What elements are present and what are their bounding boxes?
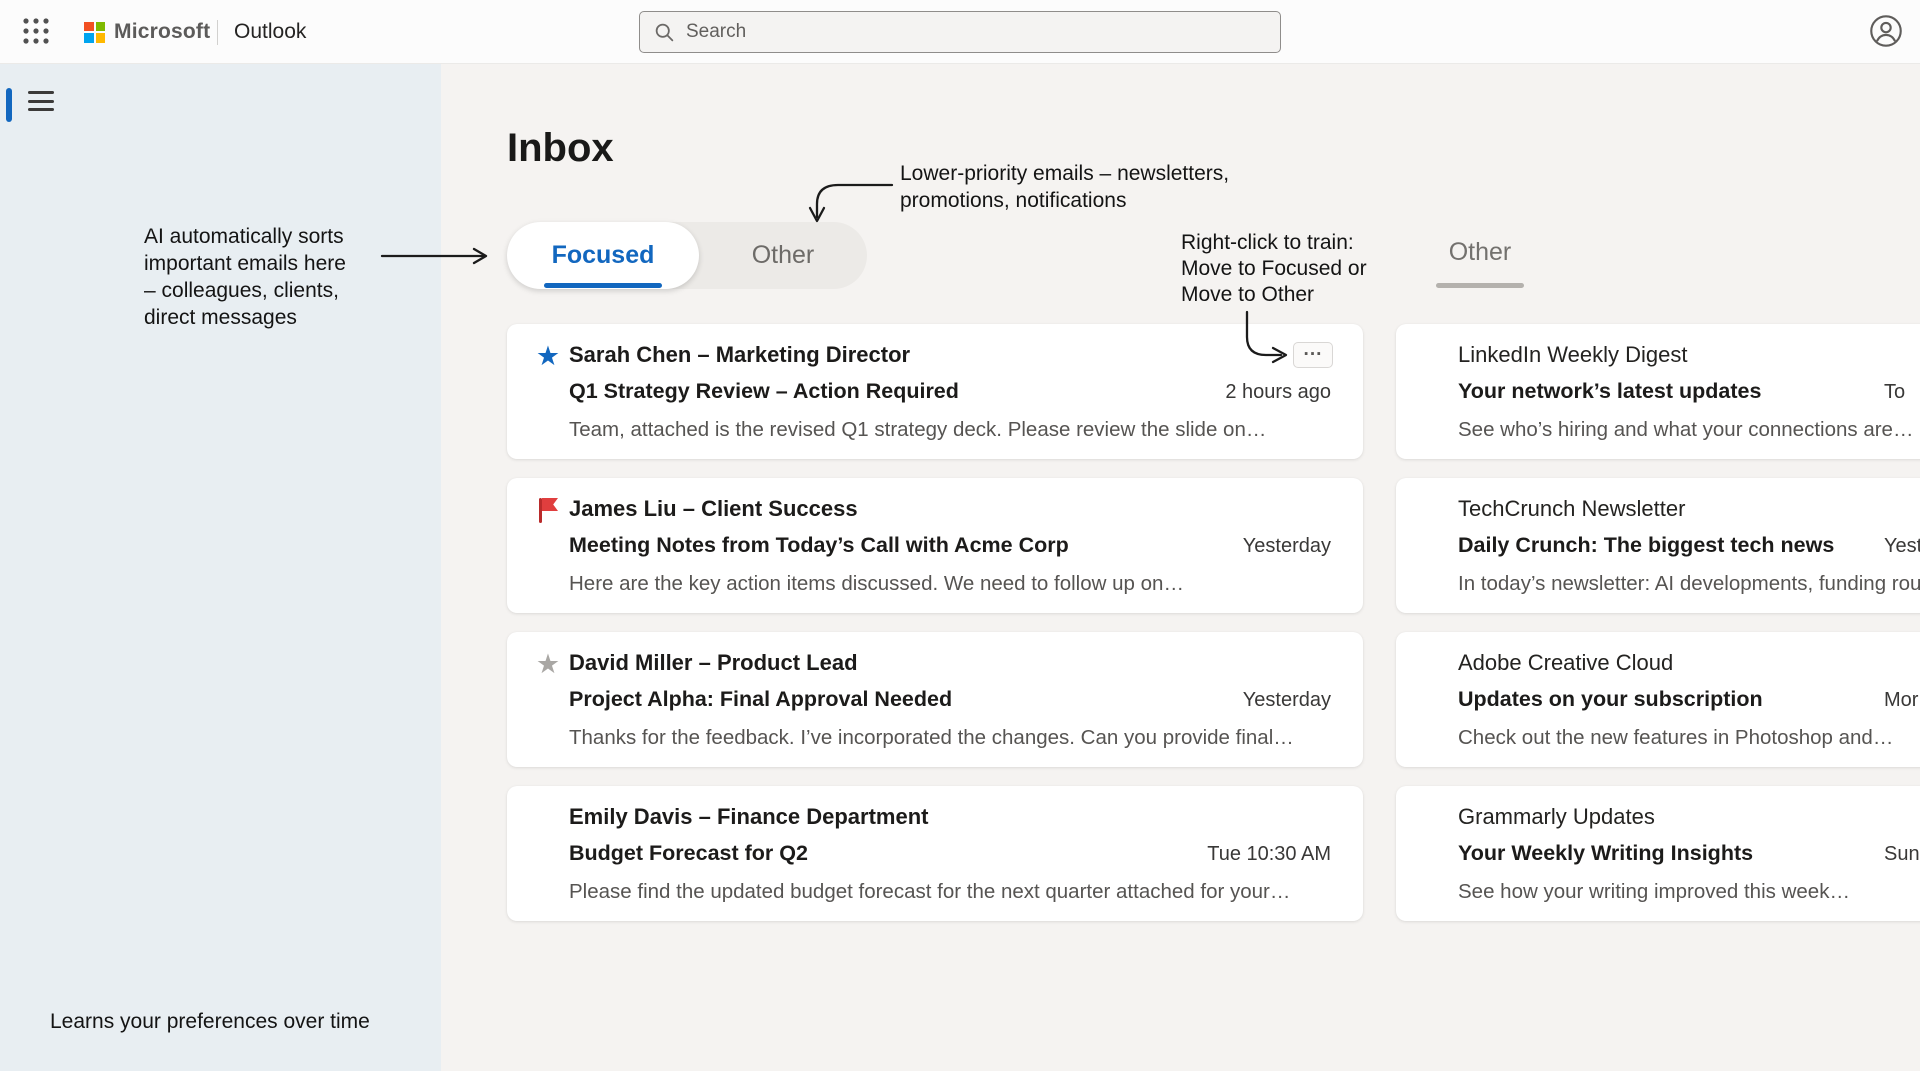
email-time: Mor [1884, 689, 1918, 712]
email-subject: Meeting Notes from Today’s Call with Acm… [569, 533, 1069, 558]
email-card[interactable]: TechCrunch Newsletter Daily Crunch: The … [1396, 478, 1920, 613]
email-preview: See who’s hiring and what your connectio… [1458, 418, 1913, 442]
email-sender: Grammarly Updates [1458, 804, 1655, 830]
tab-other[interactable]: Other [699, 222, 867, 289]
email-preview: Check out the new features in Photoshop … [1458, 726, 1893, 750]
grid-dots-icon [21, 16, 51, 46]
annotation-line: promotions, notifications [900, 187, 1229, 214]
annotation-line: Lower-priority emails – newsletters, [900, 160, 1229, 187]
tab-focused-label: Focused [552, 241, 655, 270]
other-column-header[interactable]: Other [1436, 238, 1524, 288]
annotation-focused-inbox: AI automatically sorts important emails … [144, 223, 346, 331]
annotation-line: AI automatically sorts [144, 223, 346, 250]
email-card[interactable]: David Miller – Product Lead Project Alph… [507, 632, 1363, 767]
annotation-line: important emails here [144, 250, 346, 277]
email-subject: Budget Forecast for Q2 [569, 841, 808, 866]
star-icon[interactable] [533, 341, 563, 371]
email-time: Yesterday [1243, 689, 1331, 712]
email-card[interactable]: James Liu – Client Success Meeting Notes… [507, 478, 1363, 613]
email-subject: Daily Crunch: The biggest tech news [1458, 533, 1834, 558]
email-sender: LinkedIn Weekly Digest [1458, 342, 1688, 368]
sidebar [0, 64, 441, 1071]
app-name: Outlook [234, 0, 306, 64]
email-time: Sun [1884, 843, 1920, 866]
hamburger-menu-icon[interactable] [28, 90, 60, 118]
email-preview: Please find the updated budget forecast … [569, 880, 1290, 904]
email-sender: Adobe Creative Cloud [1458, 650, 1673, 676]
annotation-other-tab: Lower-priority emails – newsletters, pro… [900, 160, 1229, 214]
inbox-tabs: Focused Other [507, 222, 867, 289]
email-card[interactable]: LinkedIn Weekly Digest Your network’s la… [1396, 324, 1920, 459]
search-input[interactable] [686, 21, 1280, 43]
email-sender: TechCrunch Newsletter [1458, 496, 1685, 522]
page-title: Inbox [507, 126, 614, 171]
topbar-divider [217, 20, 218, 45]
email-subject: Your network’s latest updates [1458, 379, 1761, 404]
email-card[interactable]: Emily Davis – Finance Department Budget … [507, 786, 1363, 921]
account-icon[interactable] [1866, 12, 1906, 52]
microsoft-logo[interactable]: Microsoft [84, 0, 210, 64]
email-sender: Sarah Chen – Marketing Director [569, 342, 910, 368]
focused-email-list: Sarah Chen – Marketing Director ··· Q1 S… [507, 324, 1363, 940]
email-preview: Here are the key action items discussed.… [569, 572, 1184, 596]
annotation-line: Move to Other [1181, 282, 1367, 308]
tab-other-label: Other [752, 241, 815, 270]
email-preview: See how your writing improved this week… [1458, 880, 1850, 904]
email-time: 2 hours ago [1225, 381, 1331, 404]
flag-icon[interactable] [533, 495, 563, 525]
annotation-line: Move to Focused or [1181, 256, 1367, 282]
email-subject: Your Weekly Writing Insights [1458, 841, 1753, 866]
email-time: Tue 10:30 AM [1207, 843, 1331, 866]
sidebar-accent-bar [6, 88, 12, 122]
email-sender: James Liu – Client Success [569, 496, 858, 522]
other-column-underline [1436, 283, 1524, 288]
email-card[interactable]: Grammarly Updates Your Weekly Writing In… [1396, 786, 1920, 921]
email-card[interactable]: Adobe Creative Cloud Updates on your sub… [1396, 632, 1920, 767]
annotation-line: Right-click to train: [1181, 230, 1367, 256]
microsoft-logo-icon [84, 22, 105, 43]
annotation-line: – colleagues, clients, [144, 277, 346, 304]
annotation-learns-preferences: Learns your preferences over time [50, 1008, 370, 1035]
annotation-right-click-train: Right-click to train: Move to Focused or… [1181, 230, 1367, 308]
microsoft-wordmark: Microsoft [114, 20, 210, 44]
email-sender: Emily Davis – Finance Department [569, 804, 928, 830]
top-bar: Microsoft Outlook [0, 0, 1920, 64]
email-preview: In today’s newsletter: AI developments, … [1458, 572, 1920, 596]
email-preview: Team, attached is the revised Q1 strateg… [569, 418, 1266, 442]
search-box[interactable] [639, 11, 1281, 53]
tab-focused[interactable]: Focused [507, 222, 699, 289]
email-time: Yesterday [1243, 535, 1331, 558]
focused-tab-underline [544, 283, 662, 288]
arrow-to-other-tab [810, 185, 892, 221]
email-sender: David Miller – Product Lead [569, 650, 858, 676]
email-card[interactable]: Sarah Chen – Marketing Director ··· Q1 S… [507, 324, 1363, 459]
email-subject: Q1 Strategy Review – Action Required [569, 379, 959, 404]
star-icon[interactable] [533, 649, 563, 679]
other-column-label: Other [1436, 238, 1524, 267]
other-email-list: LinkedIn Weekly Digest Your network’s la… [1396, 324, 1920, 940]
search-icon [654, 22, 675, 43]
annotation-line: direct messages [144, 304, 346, 331]
email-time: Yest [1884, 535, 1920, 558]
email-preview: Thanks for the feedback. I’ve incorporat… [569, 726, 1294, 750]
email-time: To [1884, 381, 1905, 404]
app-launcher-icon[interactable] [18, 14, 54, 50]
email-subject: Updates on your subscription [1458, 687, 1763, 712]
more-options-button[interactable]: ··· [1293, 342, 1333, 368]
email-subject: Project Alpha: Final Approval Needed [569, 687, 952, 712]
